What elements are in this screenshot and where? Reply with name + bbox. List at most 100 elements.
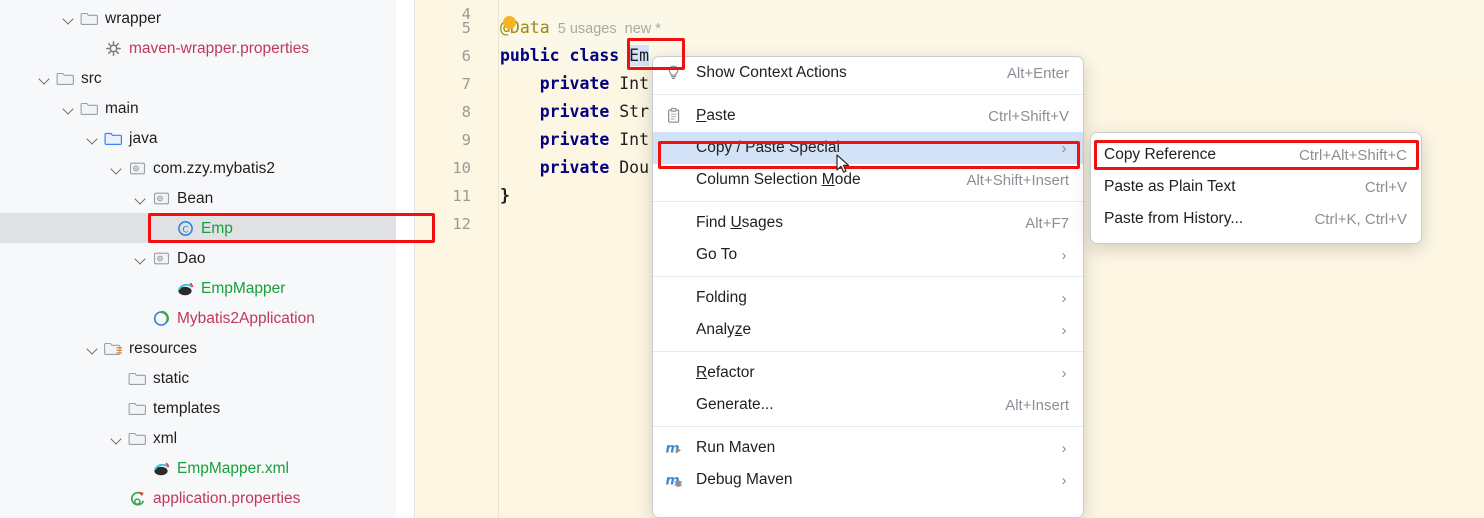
maven-run-icon: m <box>665 439 684 458</box>
menu-item-debug-maven[interactable]: m Debug Maven › <box>653 464 1083 496</box>
sidebar-scrollbar-track[interactable] <box>399 0 809 518</box>
tree-node-label: com.zzy.mybatis2 <box>153 159 276 177</box>
submenu-item-paste-as-plain-text[interactable]: Paste as Plain Text Ctrl+V <box>1091 171 1421 203</box>
menu-item-label: Copy / Paste Special <box>696 139 840 156</box>
chevron-down-icon[interactable] <box>134 252 147 265</box>
author-inlay-hint[interactable]: new * <box>625 21 661 37</box>
tree-node-application-properties[interactable]: application.properties <box>0 483 396 513</box>
project-tool-window[interactable]: wrapper maven-wrapper.properties src main ja… <box>0 0 396 518</box>
menu-item-go-to[interactable]: Go To › <box>653 239 1083 271</box>
line-number: 12 <box>452 215 471 233</box>
submenu-items[interactable]: Copy Reference Ctrl+Alt+Shift+C Paste as P… <box>1091 139 1421 235</box>
tree-node-bean[interactable]: Bean <box>0 183 396 213</box>
tree-node-wrapper[interactable]: wrapper <box>0 3 396 33</box>
private-keyword: private <box>539 130 610 149</box>
menu-item-find-usages[interactable]: Find Usages Alt+F7 <box>653 207 1083 239</box>
chevron-placeholder <box>86 42 99 55</box>
class-name-token: Em <box>629 45 650 66</box>
package-icon <box>152 189 171 208</box>
tree-node-label: main <box>105 99 139 117</box>
menu-item-shortcut: Alt+F7 <box>1025 214 1069 232</box>
package-icon <box>128 159 147 178</box>
tree-node-dao[interactable]: Dao <box>0 243 396 273</box>
chevron-down-icon[interactable] <box>62 102 75 115</box>
submenu-item-copy-reference[interactable]: Copy Reference Ctrl+Alt+Shift+C <box>1091 139 1421 171</box>
chevron-placeholder <box>110 372 123 385</box>
tree-node-java[interactable]: java <box>0 123 396 153</box>
editor-context-menu[interactable]: Show Context Actions Alt+Enter Paste Ctrl+S… <box>652 56 1084 518</box>
gutter-separator <box>498 0 499 518</box>
submenu-item-label: Copy Reference <box>1104 146 1217 163</box>
tree-node-src[interactable]: src <box>0 63 396 93</box>
submenu-item-label: Paste as Plain Text <box>1104 178 1236 195</box>
folder-icon <box>80 9 99 28</box>
chevron-right-icon: › <box>1061 439 1067 457</box>
menu-item-generate[interactable]: Generate... Alt+Insert <box>653 389 1083 421</box>
usages-inlay-hint[interactable]: 5 usages <box>558 21 617 37</box>
submenu-item-shortcut: Ctrl+V <box>1364 178 1407 196</box>
menu-item-label: Analyze <box>696 321 752 338</box>
tree-node-maven-wrapper-properties[interactable]: maven-wrapper.properties <box>0 33 396 63</box>
chevron-down-icon[interactable] <box>38 72 51 85</box>
svg-text:C: C <box>182 225 188 235</box>
tree-node-label: Bean <box>177 189 214 207</box>
private-keyword: private <box>539 74 610 93</box>
menu-item-refactor[interactable]: Refactor › <box>653 357 1083 389</box>
chevron-down-icon[interactable] <box>62 12 75 25</box>
tree-node-label: xml <box>153 429 178 447</box>
chevron-right-icon: › <box>1061 289 1067 307</box>
menu-item-label: Folding <box>696 289 747 306</box>
chevron-down-icon[interactable] <box>110 432 123 445</box>
field-type: Dou <box>619 158 650 177</box>
chevron-right-icon: › <box>1061 471 1067 489</box>
copy-paste-special-submenu[interactable]: Copy Reference Ctrl+Alt+Shift+C Paste as P… <box>1090 132 1422 244</box>
tree-node-label: EmpMapper.xml <box>177 459 289 477</box>
menu-item-label: Column Selection Mode <box>696 171 861 188</box>
menu-item-paste[interactable]: Paste Ctrl+Shift+V <box>653 100 1083 132</box>
menu-item-shortcut: Alt+Shift+Insert <box>966 171 1069 189</box>
tree-node-main[interactable]: main <box>0 93 396 123</box>
tree-node-label: resources <box>129 339 198 357</box>
menu-item-folding[interactable]: Folding › <box>653 282 1083 314</box>
menu-separator <box>653 426 1083 427</box>
menu-item-copy-paste-special[interactable]: Copy / Paste Special › <box>653 132 1083 164</box>
tree-node-static[interactable]: static <box>0 363 396 393</box>
editor-gutter[interactable]: 4 5 6 7 8 9 10 11 12 <box>415 0 483 518</box>
spring-boot-icon <box>152 309 171 328</box>
line-number: 11 <box>452 187 471 205</box>
tree-node-emp[interactable]: C Emp <box>0 213 396 243</box>
tree-node-empmapper[interactable]: EmpMapper <box>0 273 396 303</box>
submenu-item-label: Paste from History... <box>1104 210 1244 227</box>
chevron-down-icon[interactable] <box>110 162 123 175</box>
line-number: 6 <box>461 47 471 65</box>
chevron-down-icon[interactable] <box>86 342 99 355</box>
tree-node-label: Mybatis2Application <box>177 309 315 327</box>
chevron-right-icon: › <box>1061 364 1067 382</box>
tree-node-com-zzy-mybatis2[interactable]: com.zzy.mybatis2 <box>0 153 396 183</box>
context-menu-items[interactable]: Show Context Actions Alt+Enter Paste Ctrl+S… <box>653 57 1083 496</box>
menu-item-show-context-actions[interactable]: Show Context Actions Alt+Enter <box>653 57 1083 89</box>
menu-item-shortcut: Ctrl+Shift+V <box>988 107 1069 125</box>
menu-item-column-selection-mode[interactable]: Column Selection Mode Alt+Shift+Insert <box>653 164 1083 196</box>
tree-node-resources[interactable]: resources <box>0 333 396 363</box>
annotation-gutter-dot[interactable] <box>503 16 516 29</box>
chevron-down-icon[interactable] <box>134 192 147 205</box>
private-keyword: private <box>539 102 610 121</box>
private-keyword: private <box>539 158 610 177</box>
tree-node-empmapper-xml[interactable]: EmpMapper.xml <box>0 453 396 483</box>
tree-node-templates[interactable]: templates <box>0 393 396 423</box>
tree-node-label: maven-wrapper.properties <box>129 39 310 57</box>
source-folder-icon <box>104 129 123 148</box>
maven-debug-icon: m <box>665 471 684 490</box>
folder-icon <box>128 369 147 388</box>
chevron-down-icon[interactable] <box>86 132 99 145</box>
menu-item-run-maven[interactable]: m Run Maven › <box>653 432 1083 464</box>
menu-item-analyze[interactable]: Analyze › <box>653 314 1083 346</box>
tree-node-mybatis2application[interactable]: Mybatis2Application <box>0 303 396 333</box>
line-number: 8 <box>461 103 471 121</box>
submenu-item-paste-from-history[interactable]: Paste from History... Ctrl+K, Ctrl+V <box>1091 203 1421 235</box>
code-line-8: private Str <box>500 98 649 126</box>
java-class-icon: C <box>176 219 195 238</box>
menu-item-label: Debug Maven <box>696 471 793 488</box>
tree-node-xml[interactable]: xml <box>0 423 396 453</box>
